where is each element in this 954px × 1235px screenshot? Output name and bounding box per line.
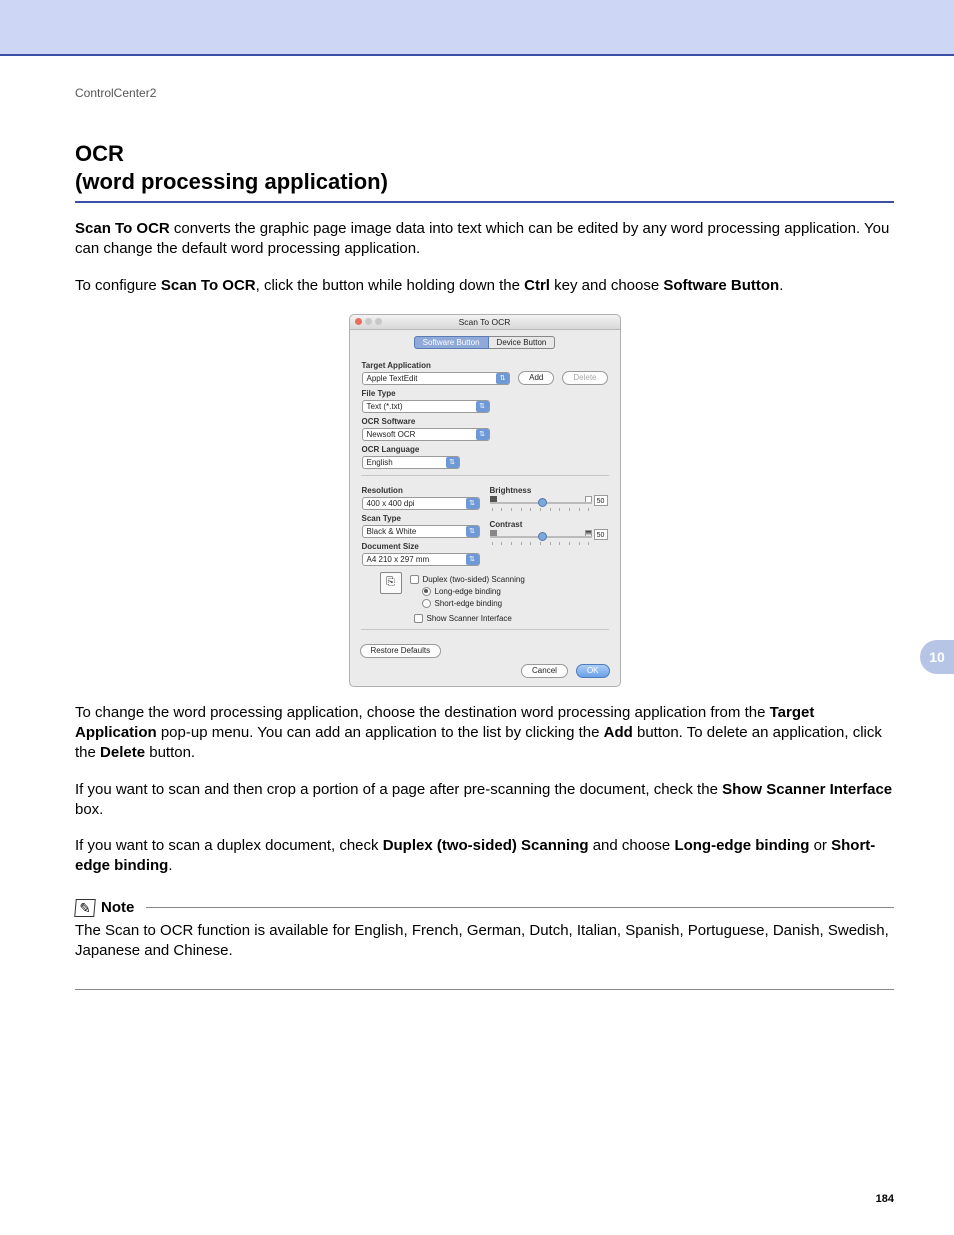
value-brightness: 50 — [594, 495, 608, 506]
p4-t2: box. — [75, 801, 103, 818]
p2-t1: To configure — [75, 277, 161, 294]
note-heading: ✎ Note — [75, 899, 894, 917]
p3-t4: button. — [145, 744, 195, 761]
chevron-updown-icon: ⇅ — [496, 373, 509, 384]
chevron-updown-icon: ⇅ — [446, 457, 459, 468]
p4-b1: Show Scanner Interface — [722, 781, 892, 798]
value-resolution: 400 x 400 dpi — [367, 499, 415, 508]
breadcrumb: ControlCenter2 — [75, 86, 894, 100]
value-file-type: Text (*.txt) — [367, 402, 403, 411]
title-line2: (word processing application) — [75, 169, 388, 194]
restore-defaults-button[interactable]: Restore Defaults — [360, 644, 442, 658]
paragraph-2: To configure Scan To OCR, click the butt… — [75, 276, 894, 296]
slider-thumb[interactable] — [538, 532, 547, 541]
ok-button[interactable]: OK — [576, 664, 610, 678]
p5-t3: or — [809, 837, 831, 854]
value-ocr-software: Newsoft OCR — [367, 430, 416, 439]
slider-brightness[interactable]: 50 — [490, 498, 608, 508]
select-ocr-language[interactable]: English ⇅ — [362, 456, 460, 469]
select-resolution[interactable]: 400 x 400 dpi ⇅ — [362, 497, 480, 510]
dialog-title: Scan To OCR — [350, 317, 620, 327]
paragraph-5: If you want to scan a duplex document, c… — [75, 836, 894, 877]
checkbox-duplex[interactable] — [410, 575, 419, 584]
note-text: The Scan to OCR function is available fo… — [75, 921, 894, 962]
value-scan-type: Black & White — [367, 527, 417, 536]
label-ocr-software: OCR Software — [362, 417, 608, 426]
p2-b2: Ctrl — [524, 277, 550, 294]
label-resolution: Resolution — [362, 486, 480, 495]
label-long-edge: Long-edge binding — [435, 587, 501, 596]
p2-t3: key and choose — [550, 277, 663, 294]
chapter-tab: 10 — [920, 640, 954, 674]
page-top-band — [0, 0, 954, 56]
slider-thumb[interactable] — [538, 498, 547, 507]
p4-t1: If you want to scan and then crop a port… — [75, 781, 722, 798]
chevron-updown-icon: ⇅ — [466, 526, 479, 537]
select-target-application[interactable]: Apple TextEdit ⇅ — [362, 372, 511, 385]
p3-b3: Delete — [100, 744, 145, 761]
label-duplex: Duplex (two-sided) Scanning — [423, 575, 525, 584]
page-title: OCR (word processing application) — [75, 140, 894, 195]
radio-short-edge[interactable] — [422, 599, 431, 608]
label-file-type: File Type — [362, 389, 608, 398]
title-rule — [75, 201, 894, 203]
label-show-scanner-interface: Show Scanner Interface — [427, 614, 512, 623]
label-scan-type: Scan Type — [362, 514, 480, 523]
label-short-edge: Short-edge binding — [435, 599, 503, 608]
label-target-application: Target Application — [362, 361, 608, 370]
p3-b2: Add — [604, 724, 633, 741]
slider-contrast[interactable]: 50 — [490, 532, 608, 542]
label-ocr-language: OCR Language — [362, 445, 608, 454]
label-contrast: Contrast — [490, 520, 608, 529]
p2-t4: . — [779, 277, 783, 294]
p1-b1: Scan To OCR — [75, 220, 170, 237]
radio-long-edge[interactable] — [422, 587, 431, 596]
chevron-updown-icon: ⇅ — [466, 554, 479, 565]
tab-software-button[interactable]: Software Button — [414, 336, 489, 349]
p5-t2: and choose — [589, 837, 675, 854]
value-contrast: 50 — [594, 529, 608, 540]
chevron-updown-icon: ⇅ — [466, 498, 479, 509]
select-scan-type[interactable]: Black & White ⇅ — [362, 525, 480, 538]
select-document-size[interactable]: A4 210 x 297 mm ⇅ — [362, 553, 480, 566]
checkbox-show-scanner-interface[interactable] — [414, 614, 423, 623]
title-line1: OCR — [75, 141, 124, 166]
paragraph-3: To change the word processing applicatio… — [75, 703, 894, 764]
cancel-button[interactable]: Cancel — [521, 664, 568, 678]
p5-t4: . — [168, 857, 172, 874]
note-icon: ✎ — [74, 899, 96, 917]
chevron-updown-icon: ⇅ — [476, 429, 489, 440]
delete-button[interactable]: Delete — [562, 371, 607, 385]
p5-b2: Long-edge binding — [674, 837, 809, 854]
p2-b3: Software Button — [663, 277, 779, 294]
p5-b1: Duplex (two-sided) Scanning — [383, 837, 589, 854]
p2-b1: Scan To OCR — [161, 277, 256, 294]
scan-to-ocr-dialog: Scan To OCR Software Button Device Butto… — [349, 314, 621, 687]
p2-t2: , click the button while holding down th… — [256, 277, 525, 294]
p1-t1: converts the graphic page image data int… — [75, 220, 889, 257]
value-target-application: Apple TextEdit — [367, 374, 418, 383]
tab-device-button[interactable]: Device Button — [489, 336, 556, 349]
label-brightness: Brightness — [490, 486, 608, 495]
select-file-type[interactable]: Text (*.txt) ⇅ — [362, 400, 490, 413]
p5-t1: If you want to scan a duplex document, c… — [75, 837, 383, 854]
add-button[interactable]: Add — [518, 371, 554, 385]
page-number: 184 — [876, 1193, 894, 1205]
p3-t2: pop-up menu. You can add an application … — [157, 724, 604, 741]
duplex-icon: ⎘ — [380, 572, 402, 594]
note-label: Note — [101, 899, 134, 916]
value-document-size: A4 210 x 297 mm — [367, 555, 430, 564]
p3-t1: To change the word processing applicatio… — [75, 704, 770, 721]
paragraph-4: If you want to scan and then crop a port… — [75, 780, 894, 821]
label-document-size: Document Size — [362, 542, 480, 551]
note-end-rule — [75, 989, 894, 990]
dialog-titlebar: Scan To OCR — [350, 315, 620, 330]
select-ocr-software[interactable]: Newsoft OCR ⇅ — [362, 428, 490, 441]
value-ocr-language: English — [367, 458, 393, 467]
chevron-updown-icon: ⇅ — [476, 401, 489, 412]
paragraph-1: Scan To OCR converts the graphic page im… — [75, 219, 894, 260]
